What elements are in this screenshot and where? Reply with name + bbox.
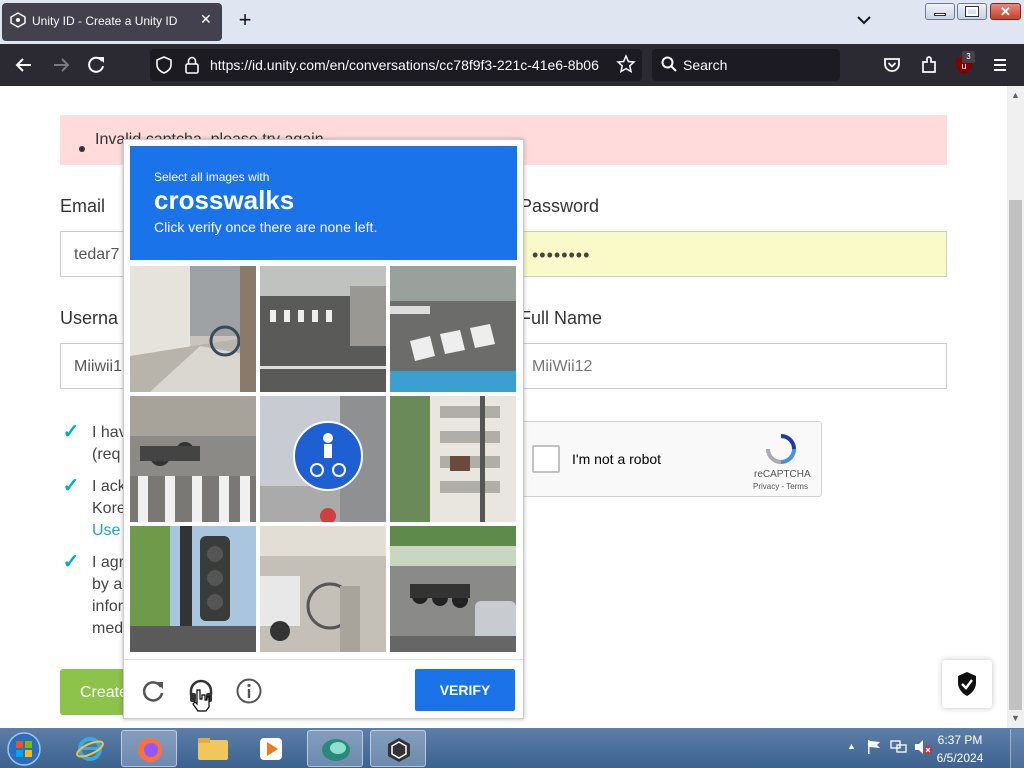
terms-link[interactable]: Use xyxy=(92,520,126,542)
shield-check-icon xyxy=(958,672,976,696)
unity-logo-icon xyxy=(10,12,26,28)
consent-checkbox-1[interactable]: ✓ xyxy=(61,422,81,442)
security-badge[interactable] xyxy=(942,660,992,708)
captcha-tile-4[interactable] xyxy=(130,396,256,522)
taskbar-app-teal[interactable] xyxy=(307,730,363,767)
username-label: Userna xyxy=(60,308,119,328)
consent-checkbox-2[interactable]: ✓ xyxy=(61,476,81,496)
taskbar-firefox[interactable] xyxy=(121,730,177,767)
folder-icon xyxy=(198,738,228,760)
chevron-down-icon[interactable] xyxy=(854,10,874,30)
network-icon[interactable] xyxy=(890,739,908,755)
search-bar[interactable] xyxy=(652,49,840,81)
captcha-tile-5[interactable] xyxy=(260,396,386,522)
show-desktop-button[interactable] xyxy=(1010,729,1024,768)
reload-icon[interactable] xyxy=(85,54,107,76)
consent-text-3: I agr by a infor med xyxy=(92,554,125,637)
forward-arrow-icon[interactable] xyxy=(50,54,72,76)
scroll-down-arrow-icon[interactable]: ▼ xyxy=(1011,713,1020,723)
captcha-tile-8[interactable] xyxy=(260,526,386,652)
volume-muted-icon[interactable] xyxy=(914,739,932,755)
email-label: Email xyxy=(60,196,106,216)
error-bullet xyxy=(79,146,85,152)
reload-challenge-icon[interactable] xyxy=(139,677,167,705)
extensions-puzzle-icon[interactable] xyxy=(918,54,940,76)
captcha-tile-1[interactable] xyxy=(130,266,256,392)
password-label: Password xyxy=(520,196,600,216)
unity-cube-icon xyxy=(388,738,410,762)
new-tab-button[interactable]: + xyxy=(232,6,258,34)
captcha-tile-6[interactable] xyxy=(390,396,516,522)
captcha-instruction: Select all images with xyxy=(154,170,270,184)
consent-text-2: I ack Kore Use xyxy=(92,476,126,542)
captcha-tile-7[interactable] xyxy=(130,526,256,652)
tab-title: Unity ID - Create a Unity ID xyxy=(32,14,178,28)
app-teal-icon xyxy=(322,739,350,761)
window-restore-button[interactable] xyxy=(957,3,987,20)
recaptcha-label: I'm not a robot xyxy=(572,451,662,467)
consent-text-1: I hav (req xyxy=(92,424,127,463)
windows-start-icon[interactable] xyxy=(4,730,44,768)
recaptcha-logo-icon xyxy=(766,434,796,464)
info-icon[interactable] xyxy=(235,677,263,705)
captcha-tile-9[interactable] xyxy=(390,526,516,652)
recaptcha-privacy-terms[interactable]: Privacy - Terms xyxy=(753,482,808,491)
recaptcha-checkbox[interactable] xyxy=(532,445,560,473)
recaptcha-brand: reCAPTCHA xyxy=(754,469,811,480)
window-close-button[interactable]: ✕ xyxy=(990,3,1021,20)
captcha-footer-divider xyxy=(124,659,523,660)
taskbar-internet-explorer[interactable] xyxy=(62,730,118,767)
taskbar-unity-hub[interactable] xyxy=(370,730,426,767)
hand-cursor-icon xyxy=(192,689,210,712)
pocket-icon[interactable] xyxy=(881,54,903,76)
action-center-flag-icon[interactable] xyxy=(866,739,882,755)
consent-checkbox-3[interactable]: ✓ xyxy=(61,552,81,572)
tab-close-icon[interactable]: ✕ xyxy=(200,11,212,28)
captcha-tile-2[interactable] xyxy=(260,266,386,392)
search-placeholder: Search xyxy=(683,57,728,73)
tray-expand-icon[interactable]: ▲ xyxy=(847,741,856,751)
bookmark-star-icon[interactable] xyxy=(616,54,636,74)
scrollbar-thumb[interactable] xyxy=(1009,200,1022,710)
full-name-value: MiiWii12 xyxy=(532,358,593,375)
url-text[interactable]: https://id.unity.com/en/conversations/cc… xyxy=(210,57,604,73)
captcha-keyword: crosswalks xyxy=(154,185,295,215)
lock-icon[interactable] xyxy=(184,55,200,75)
search-icon xyxy=(661,56,677,72)
captcha-subinstruction: Click verify once there are none left. xyxy=(154,219,378,235)
password-value: •••••••• xyxy=(532,245,591,265)
clock-time[interactable]: 6:37 PM xyxy=(935,733,985,747)
media-player-icon xyxy=(260,738,282,760)
email-value: tedar7 xyxy=(74,246,120,263)
internet-explorer-icon xyxy=(76,737,104,761)
window-minimize-button[interactable] xyxy=(925,3,955,20)
firefox-icon xyxy=(138,738,162,762)
taskbar-file-explorer[interactable] xyxy=(185,730,241,767)
full-name-label: Full Name xyxy=(520,308,603,328)
back-arrow-icon[interactable] xyxy=(13,54,35,76)
clock-date[interactable]: 6/5/2024 xyxy=(935,751,985,765)
captcha-tile-3[interactable] xyxy=(390,266,516,392)
shield-tracking-icon[interactable] xyxy=(155,55,173,75)
username-value: Miiwii1 xyxy=(74,358,122,375)
verify-button[interactable]: VERIFY xyxy=(415,669,515,711)
extension-count-badge: 3 xyxy=(962,51,975,63)
scroll-up-arrow-icon[interactable]: ▲ xyxy=(1011,90,1020,100)
taskbar-media-player[interactable] xyxy=(244,730,300,767)
hamburger-menu-icon[interactable] xyxy=(989,54,1011,76)
